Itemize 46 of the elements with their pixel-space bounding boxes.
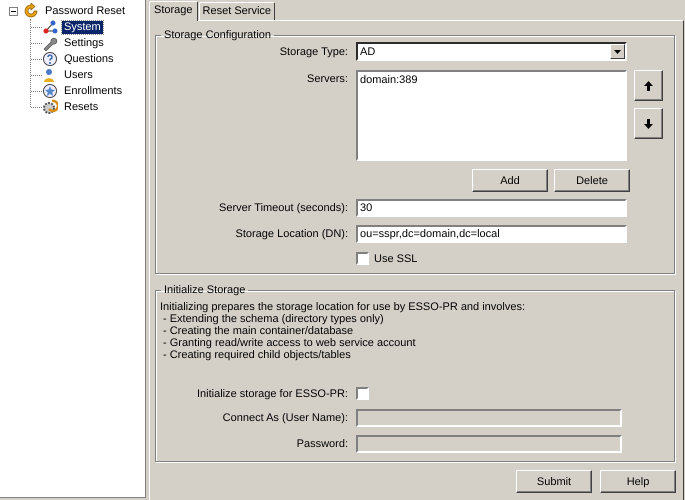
tree-item[interactable]: Resets (62, 100, 100, 114)
refresh-icon (23, 3, 39, 19)
question-icon (42, 51, 58, 67)
input-field[interactable]: 30 (356, 199, 627, 217)
tree-item[interactable]: Questions (62, 52, 116, 66)
tree-item[interactable]: Enrollments (62, 84, 124, 98)
tree-item[interactable]: System (62, 20, 103, 34)
list-item[interactable]: domain:389 (360, 74, 623, 86)
field-label: Connect As (User Name): (222, 412, 349, 424)
group-title: Initialize Storage (163, 284, 246, 296)
submit-button[interactable]: Submit (516, 470, 592, 493)
checkbox[interactable] (356, 387, 369, 400)
tree-root-label[interactable]: Password Reset (43, 4, 128, 18)
group-title: Storage Configuration (163, 29, 272, 41)
delete-button[interactable]: Delete (554, 169, 630, 192)
field-label: Storage Location (DN): (234, 228, 349, 240)
field-label: Servers: (306, 72, 349, 85)
move-down-button[interactable] (634, 108, 663, 139)
tree-item[interactable]: Settings (62, 36, 106, 50)
servers-list[interactable]: domain:389 (356, 70, 627, 161)
description-text: Initializing prepares the storage location for use by ESSO-PR and involves: (160, 301, 526, 313)
step-text: - Granting read/write access to web service account (162, 337, 417, 349)
help-button[interactable]: Help (600, 470, 676, 493)
checkbox-label: Use SSL (374, 252, 418, 264)
checkbox[interactable] (356, 252, 369, 265)
network-nodes-icon (42, 19, 58, 35)
up-arrow-icon (644, 80, 653, 90)
step-text: - Creating required child objects/tables (162, 349, 352, 361)
input-field[interactable]: ou=sspr,dc=domain,dc=local (356, 225, 627, 243)
wrench-icon (42, 35, 58, 51)
star-icon (42, 83, 58, 99)
down-arrow-icon (644, 118, 653, 128)
tab[interactable]: Reset Service (198, 2, 276, 20)
gear-icon (42, 99, 58, 115)
step-text: - Extending the schema (directory types only) (162, 313, 385, 325)
add-button[interactable]: Add (472, 169, 548, 192)
field-label: Storage Type: (278, 46, 349, 58)
field-label: Server Timeout (seconds): (218, 202, 349, 214)
field-label: Initialize storage for ESSO-PR: (196, 388, 349, 400)
collapse-icon[interactable] (9, 6, 18, 16)
tab[interactable]: Storage (149, 1, 198, 21)
move-up-button[interactable] (634, 70, 663, 101)
tree-item[interactable]: Users (62, 68, 95, 82)
storage-type-dropdown[interactable]: AD (356, 42, 627, 61)
field-label: Password: (296, 438, 349, 450)
step-text: - Creating the main container/database (162, 325, 354, 337)
